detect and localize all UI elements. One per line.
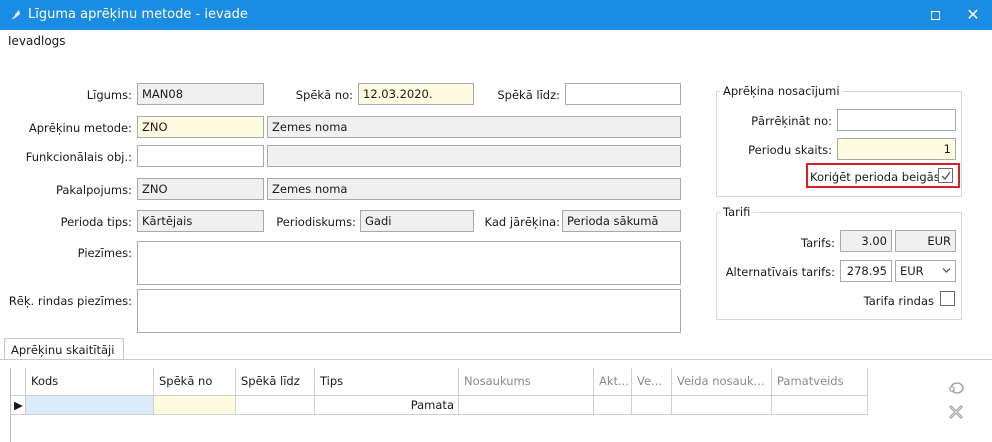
column-header-pamatveids[interactable]: Pamatveids	[772, 368, 868, 396]
menu-bar: Ievadlogs	[0, 30, 992, 52]
window-titlebar: Līguma aprēķinu metode - ievade ✕	[0, 0, 992, 30]
aprekinu-metode-label: Aprēķinu metode:	[28, 121, 132, 135]
speka-no-field[interactable]: 12.03.2020.	[358, 83, 474, 105]
column-header-tips[interactable]: Tips	[315, 368, 459, 396]
column-header-speka-lidz[interactable]: Spēkā līdz	[236, 368, 315, 396]
grid-cell-pamatveids[interactable]	[772, 396, 868, 415]
tarifs-field[interactable]: 3.00	[840, 230, 892, 252]
delete-row-icon[interactable]	[948, 404, 964, 420]
funkcionalais-obj-name-field	[267, 145, 681, 167]
grid-cell-akt[interactable]	[594, 396, 632, 415]
tarifa-rindas-checkbox[interactable]	[940, 291, 955, 306]
tab-divider	[0, 359, 992, 360]
window-title: Līguma aprēķinu metode - ievade	[28, 7, 248, 22]
column-header-nosaukums[interactable]: Nosaukums	[459, 368, 594, 396]
column-header-veida-nosauk[interactable]: Veida nosauk...	[672, 368, 772, 396]
speka-lidz-label: Spēkā līdz:	[497, 88, 560, 102]
grid-cell-kods[interactable]	[26, 396, 154, 415]
column-header-akt[interactable]: Akt...	[594, 368, 632, 396]
periodu-skaits-field[interactable]: 1	[837, 138, 956, 160]
rek-rindas-piezimes-field[interactable]	[137, 289, 681, 333]
tarifs-currency-field: EUR	[895, 230, 956, 252]
tarifs-label: Tarifs:	[800, 236, 835, 250]
maximize-button[interactable]	[925, 5, 945, 25]
ligums-label: Līgums:	[86, 88, 132, 102]
menu-ievadlogs[interactable]: Ievadlogs	[8, 34, 66, 48]
grid-cell-veida-nosauk[interactable]	[672, 396, 772, 415]
ligums-field[interactable]: MAN08	[137, 83, 264, 105]
piezimes-field[interactable]	[137, 241, 681, 285]
add-row-icon[interactable]	[948, 380, 964, 396]
grid-cell-ve[interactable]	[632, 396, 672, 415]
aprekinu-skaititaji-grid: Kods Spēkā no Spēkā līdz Tips Nosaukums …	[10, 368, 944, 442]
grid-cell-tips[interactable]: Pamata	[315, 396, 459, 415]
grid-cell-nosaukums[interactable]	[459, 396, 594, 415]
speka-no-label: Spēkā no:	[295, 88, 353, 102]
grid-cell-speka-lidz[interactable]	[236, 396, 315, 415]
pakalpojums-code-field[interactable]: ZNO	[137, 178, 264, 200]
alternativais-tarifs-currency-select[interactable]: EUR	[895, 260, 956, 282]
tab-aprekinu-skaititaji[interactable]: Aprēķinu skaitītāji	[4, 338, 124, 360]
current-row-indicator-icon: ▶	[11, 396, 26, 415]
column-header-speka-no[interactable]: Spēkā no	[154, 368, 236, 396]
pakalpojums-label: Pakalpojums:	[55, 183, 132, 197]
app-feather-icon	[9, 10, 20, 21]
speka-lidz-field[interactable]	[565, 83, 681, 105]
funkcionalais-obj-field[interactable]	[137, 145, 264, 167]
aprekina-nosacijumi-title: Aprēķina nosacījumi	[720, 84, 843, 98]
alternativais-tarifs-field[interactable]: 278.95	[840, 260, 892, 282]
tarifi-title: Tarifi	[720, 205, 754, 219]
funkcionalais-obj-label: Funkcionālais obj.:	[25, 150, 132, 164]
parrekinat-no-field[interactable]	[837, 109, 956, 131]
kad-jareikina-field[interactable]: Perioda sākumā	[562, 210, 681, 232]
column-header-kods[interactable]: Kods	[26, 368, 154, 396]
grid-cell-speka-no[interactable]	[154, 396, 236, 415]
maximize-icon	[931, 11, 940, 20]
perioda-tips-label: Perioda tips:	[60, 215, 132, 229]
alternativais-tarifs-label: Alternatīvais tarifs:	[725, 265, 835, 279]
koriget-highlight-box	[806, 163, 960, 188]
periodiskums-field[interactable]: Gadi	[360, 210, 474, 232]
grid-corner-header	[11, 368, 26, 396]
rek-rindas-piezimes-label: Rēķ. rindas piezīmes:	[8, 294, 132, 308]
aprekinu-metode-code-field[interactable]: ZNO	[137, 116, 264, 138]
parrekinat-no-label: Pārrēķināt no:	[751, 114, 832, 128]
tarifa-rindas-label: Tarifa rindas	[863, 294, 934, 308]
column-header-ve[interactable]: Ve...	[632, 368, 672, 396]
chevron-down-icon	[942, 268, 951, 273]
alternativais-tarifs-currency-value: EUR	[900, 264, 924, 278]
pakalpojums-name-field: Zemes noma	[267, 178, 681, 200]
perioda-tips-field[interactable]: Kārtējais	[137, 210, 264, 232]
close-button[interactable]: ✕	[962, 4, 984, 26]
aprekinu-metode-name-field: Zemes noma	[267, 116, 681, 138]
piezimes-label: Piezīmes:	[77, 246, 132, 260]
kad-jareikina-label: Kad jārēķina:	[484, 215, 560, 229]
close-icon: ✕	[966, 5, 980, 24]
periodu-skaits-label: Periodu skaits:	[748, 143, 832, 157]
periodiskums-label: Periodiskums:	[276, 215, 356, 229]
